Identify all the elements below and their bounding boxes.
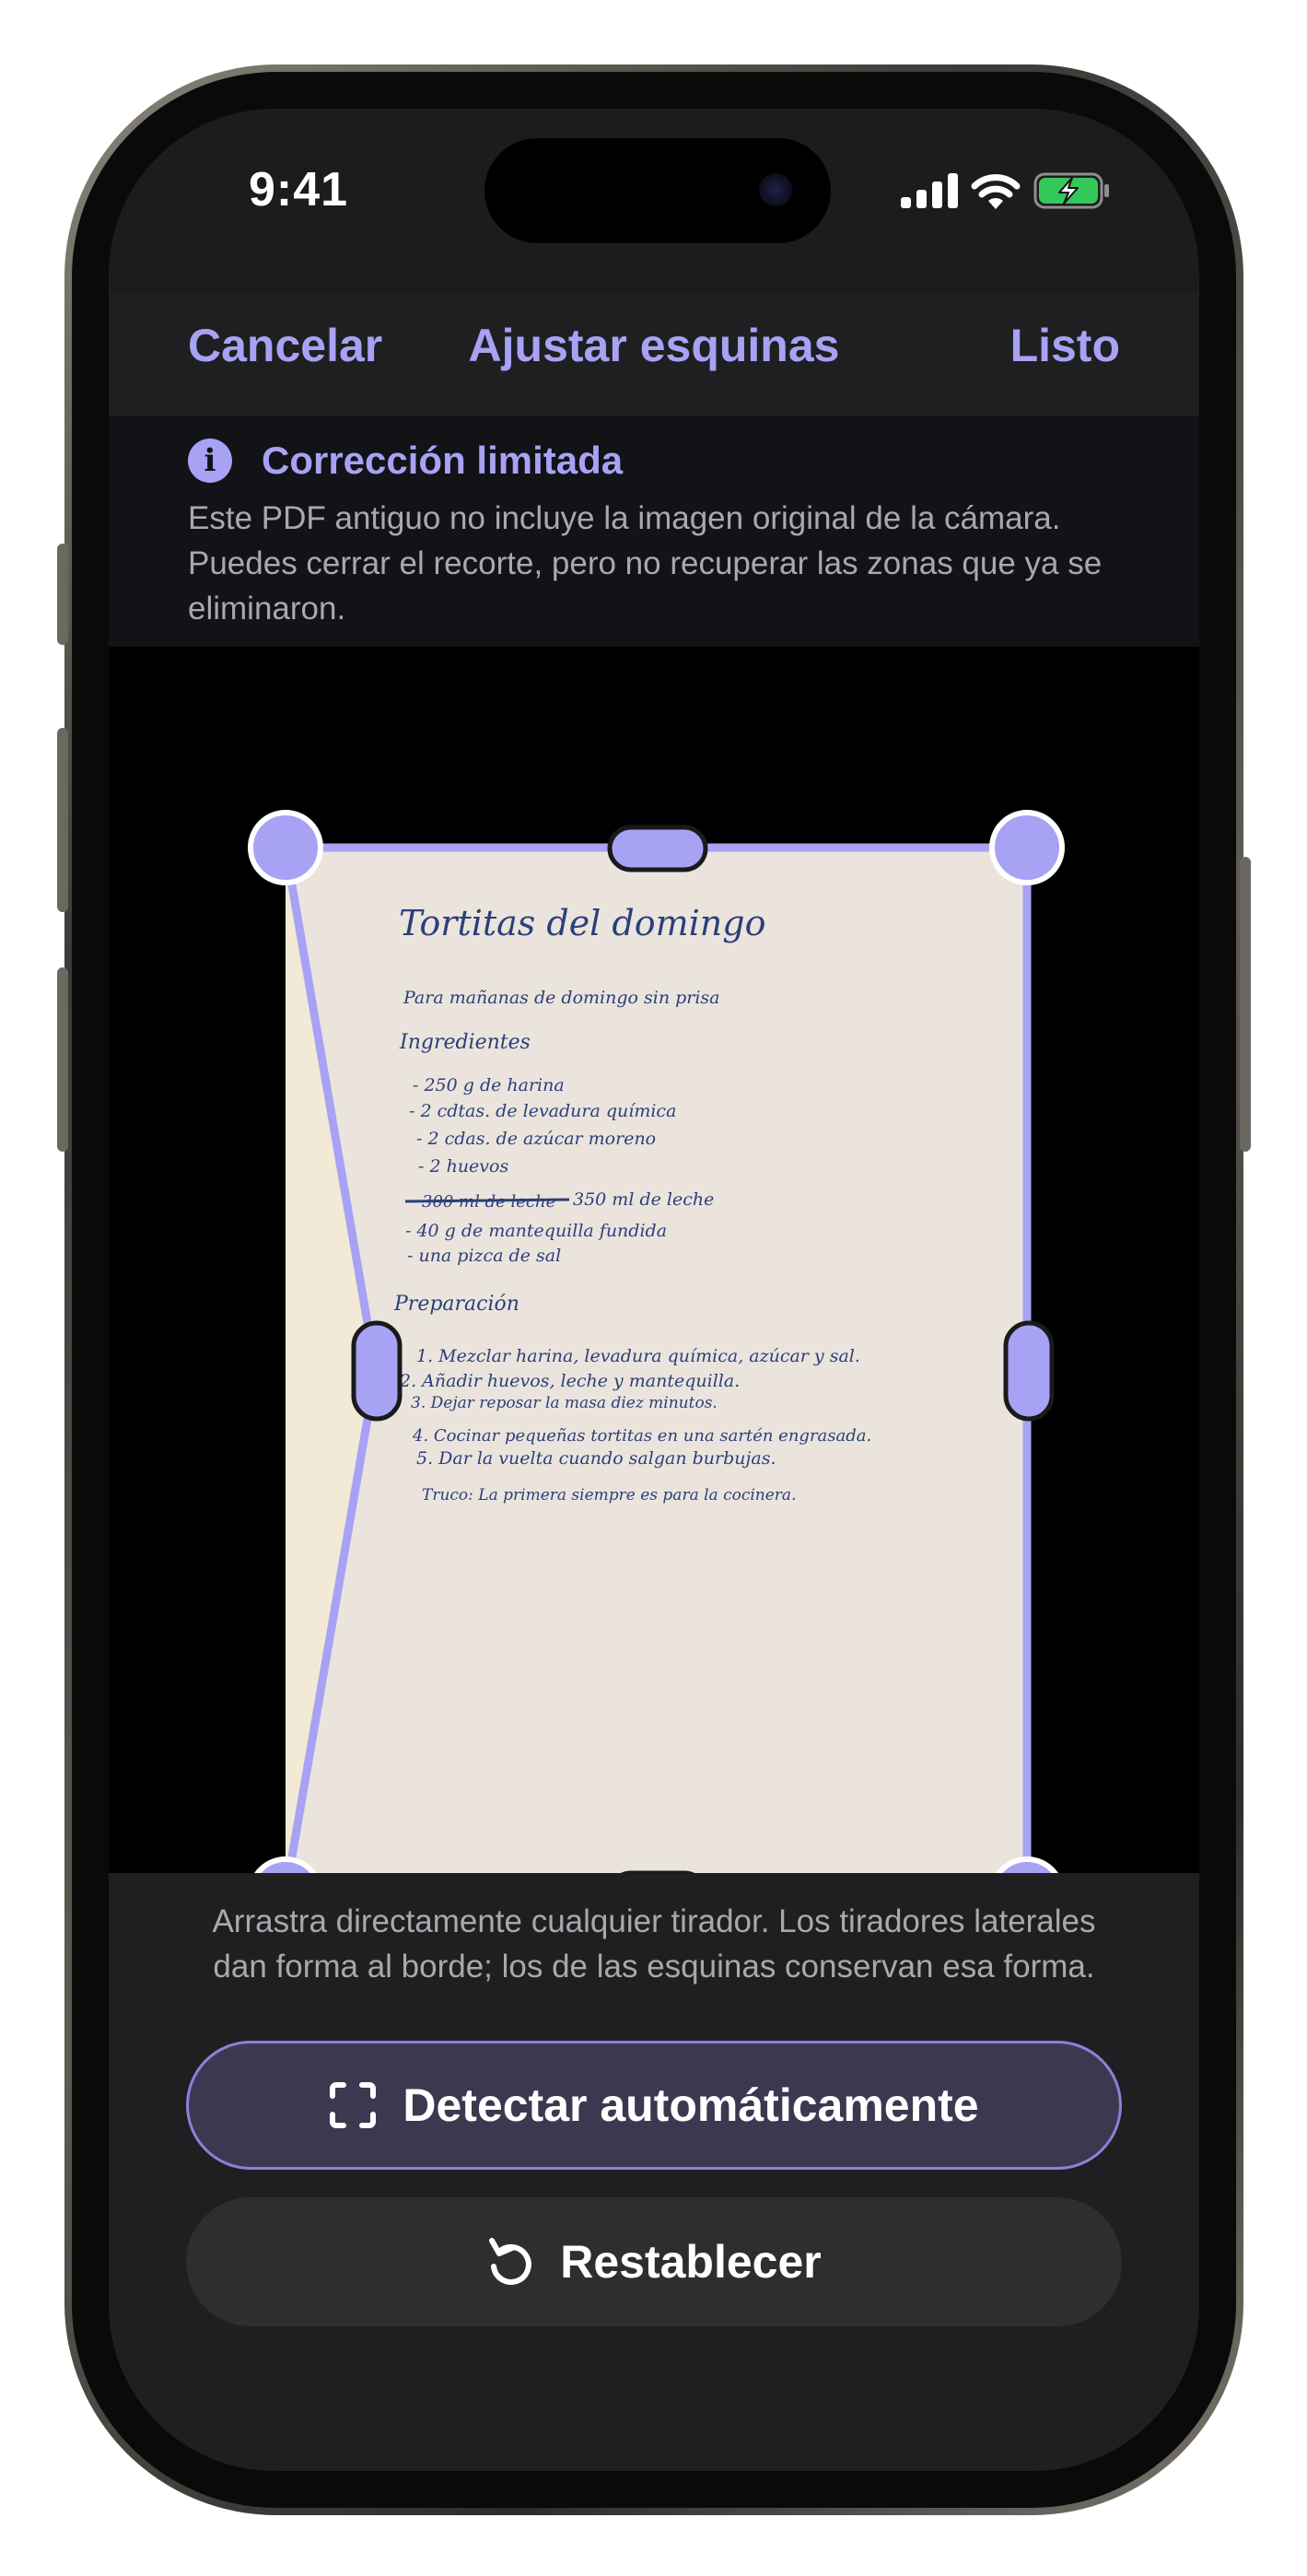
wifi-icon <box>971 174 1021 209</box>
bottom-controls: Arrastra directamente cualquier tirador.… <box>109 1873 1199 2471</box>
replacement-ingredient: 350 ml de leche <box>573 1189 714 1210</box>
recipe-title: Tortitas del domingo <box>399 903 765 943</box>
navigation-bar: Ajustar esquinas Cancelar Listo <box>109 293 1199 415</box>
info-icon: i <box>188 439 232 483</box>
recipe-subtitle: Para mañanas de domingo sin prisa <box>403 988 720 1008</box>
top-left-corner-handle[interactable] <box>248 810 323 885</box>
cellular-signal-icon <box>901 173 958 208</box>
step-item: 4. Cocinar pequeñas tortitas en una sart… <box>412 1426 871 1446</box>
top-edge-handle[interactable] <box>607 825 708 872</box>
detect-automatically-button[interactable]: Detectar automáticamente <box>186 2041 1122 2170</box>
ingredient-item: - 250 g de harina <box>413 1075 565 1095</box>
crop-canvas: Tortitas del domingo Para mañanas de dom… <box>248 810 1065 1932</box>
status-time: 9:41 <box>248 163 349 217</box>
right-edge-handle[interactable] <box>1003 1320 1055 1422</box>
detect-button-label: Detectar automáticamente <box>403 2079 979 2131</box>
ingredient-item: - una pizca de sal <box>407 1246 561 1266</box>
limited-correction-banner: i Corrección limitada Este PDF antiguo n… <box>109 416 1199 647</box>
reset-button[interactable]: Restablecer <box>186 2197 1122 2326</box>
screen: 9:41 Ajustar esquinas Cancelar Listo i C… <box>109 109 1199 2471</box>
scan-frame-icon <box>330 2082 377 2128</box>
battery-charging-icon <box>1033 172 1109 209</box>
power-button <box>1240 857 1251 1152</box>
ingredient-item: - 2 cdtas. de levadura química <box>409 1101 676 1121</box>
banner-text: Este PDF antiguo no incluye la imagen or… <box>188 500 1103 626</box>
cancel-button[interactable]: Cancelar <box>188 319 382 372</box>
reset-button-label: Restablecer <box>560 2236 822 2288</box>
hint-text: Arrastra directamente cualquier tirador.… <box>212 1903 1096 1985</box>
ingredient-item: - 40 g de mantequilla fundida <box>405 1221 667 1241</box>
ingredient-item: - 2 cdas. de azúcar moreno <box>416 1129 656 1149</box>
status-icons <box>901 170 1111 212</box>
ingredient-item: - 2 huevos <box>418 1156 508 1177</box>
step-item: 5. Dar la vuelta cuando salgan burbujas. <box>416 1448 776 1469</box>
strikethrough-line <box>404 1198 570 1203</box>
rotate-ccw-icon <box>489 2238 532 2285</box>
volume-down-button <box>57 967 68 1152</box>
step-item: 3. Dejar reposar la masa diez minutos. <box>411 1394 718 1412</box>
left-edge-handle[interactable] <box>351 1320 403 1422</box>
volume-up-button <box>57 728 68 912</box>
action-button <box>57 544 68 645</box>
step-item: 2. Añadir huevos, leche y mantequilla. <box>399 1371 740 1391</box>
front-camera <box>759 173 792 206</box>
ingredients-heading: Ingredientes <box>399 1031 531 1054</box>
done-button[interactable]: Listo <box>1010 319 1120 372</box>
preparation-heading: Preparación <box>393 1293 519 1316</box>
top-right-corner-handle[interactable] <box>989 810 1065 885</box>
banner-title: Corrección limitada <box>262 439 624 482</box>
crop-editor[interactable]: Tortitas del domingo Para mañanas de dom… <box>109 647 1199 1932</box>
step-item: 1. Mezclar harina, levadura química, azú… <box>416 1346 860 1366</box>
dynamic-island <box>484 138 831 243</box>
tip-text: Truco: La primera siempre es para la coc… <box>422 1486 796 1505</box>
